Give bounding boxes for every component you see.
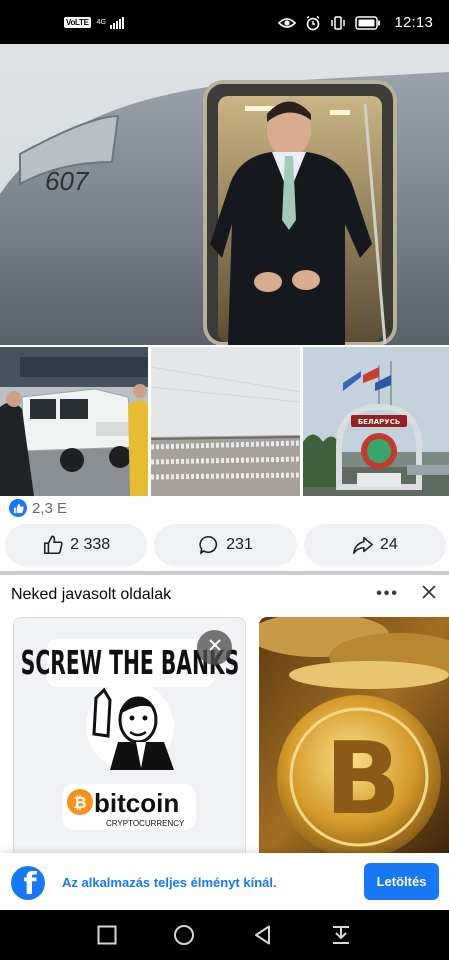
network-label: 4G — [96, 19, 106, 26]
close-icon[interactable] — [419, 582, 439, 602]
comment-icon — [198, 534, 220, 556]
coin-symbol: B — [325, 720, 401, 837]
system-nav-bar — [0, 910, 449, 960]
snow-field-photo — [151, 347, 300, 496]
like-count: 2 338 — [70, 536, 111, 553]
suggested-page-card[interactable]: B — [259, 617, 449, 857]
status-bar-left: VoLTE 4G — [64, 16, 124, 29]
post-photo-main[interactable]: 607 — [0, 44, 449, 345]
more-options-icon[interactable]: ••• — [376, 585, 399, 603]
bitcoin-brand: bitcoin — [94, 788, 179, 818]
app-install-banner: f Az alkalmazás teljes élményt kínál. Le… — [0, 853, 449, 910]
like-button[interactable]: 2 338 — [5, 524, 148, 566]
dismiss-suggestion-button[interactable] — [197, 630, 232, 665]
comment-button[interactable]: 231 — [154, 524, 297, 566]
post-actions: 2 338 231 24 — [5, 524, 446, 566]
bitcoin-coin-symbol: ₿ — [73, 793, 86, 812]
post-photo-border-monument[interactable]: БЕЛАРУСЬ — [303, 347, 449, 496]
signal-icon — [110, 16, 124, 29]
status-bar-right: 12:13 — [278, 14, 433, 31]
back-icon[interactable] — [252, 924, 274, 946]
vibrate-icon — [330, 15, 346, 31]
post-photo-suv[interactable] — [0, 347, 148, 496]
alarm-icon — [305, 15, 321, 31]
gold-coins-image: B — [259, 617, 449, 857]
share-button[interactable]: 24 — [303, 524, 446, 566]
share-icon — [352, 534, 374, 556]
close-icon — [208, 638, 222, 657]
bitcoin-cryptocurrency: CRYPTOCURRENCY — [106, 819, 185, 828]
feed-separator — [0, 571, 449, 575]
download-button[interactable]: Letöltés — [364, 863, 439, 900]
home-icon[interactable] — [173, 924, 195, 946]
post-photo-snow-field[interactable] — [151, 347, 300, 496]
clock: 12:13 — [394, 14, 433, 31]
border-monument-photo: БЕЛАРУСЬ — [303, 347, 449, 496]
aircraft-door-photo: 607 — [0, 44, 449, 345]
border-sign-text: БЕЛАРУСЬ — [358, 418, 400, 426]
like-icon — [9, 499, 27, 517]
reaction-count: 2,3 E — [32, 499, 68, 517]
volte-badge: VoLTE — [64, 17, 91, 28]
suggested-pages-title: Neked javasolt oldalak — [11, 586, 172, 603]
battery-icon — [355, 15, 381, 30]
status-bar: VoLTE 4G 12:13 — [0, 0, 449, 44]
comment-count: 231 — [226, 536, 253, 553]
thumbs-up-icon — [42, 534, 64, 556]
recent-apps-icon[interactable] — [96, 924, 118, 946]
reaction-summary[interactable]: 2,3 E — [9, 499, 67, 517]
notification-pull-icon[interactable] — [330, 924, 352, 946]
eye-icon — [278, 17, 297, 29]
facebook-logo-icon: f — [11, 866, 45, 900]
network-type: 4G — [97, 19, 106, 26]
app-banner-text: Az alkalmazás teljes élményt kínál. — [62, 875, 277, 890]
share-count: 24 — [379, 536, 398, 553]
aircraft-number: 607 — [45, 166, 90, 196]
suv-photo — [0, 347, 148, 496]
